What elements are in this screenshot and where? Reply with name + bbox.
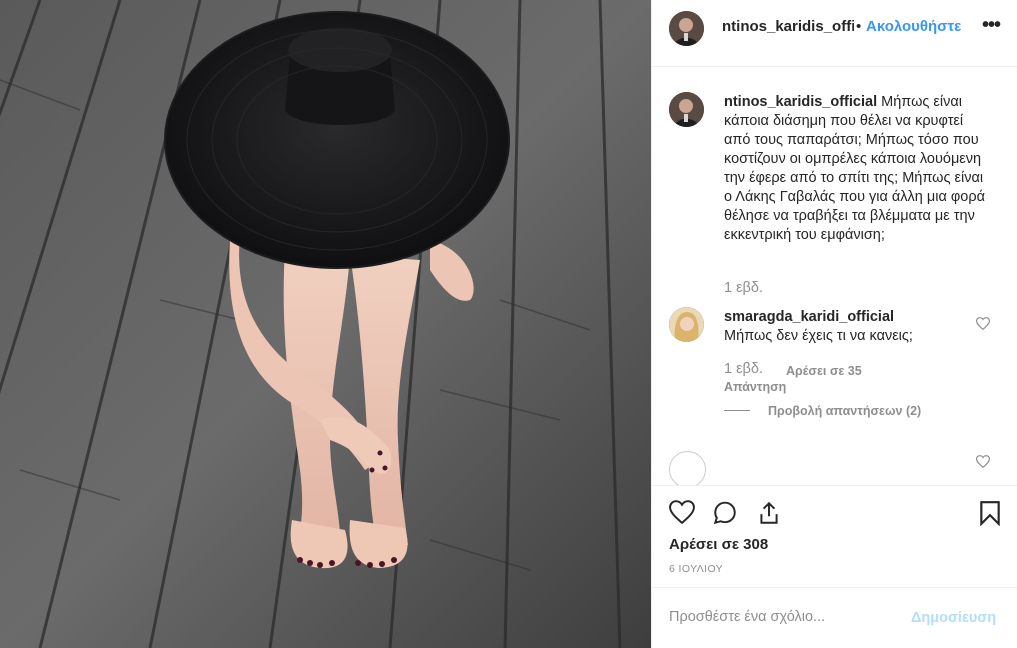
author-username[interactable]: ntinos_karidis_official — [722, 18, 854, 35]
like-heart-icon[interactable] — [669, 500, 695, 524]
comment-time[interactable]: 1 εβδ. — [724, 361, 763, 377]
post-comment-button[interactable]: Δημοσίευση — [911, 610, 996, 626]
replies-divider-line — [724, 410, 750, 411]
post-image — [0, 0, 651, 648]
separator-dot: • — [856, 18, 862, 35]
post-header: ntinos_karidis_official • Ακολουθήστε ••… — [652, 0, 1017, 67]
caption-avatar[interactable] — [669, 92, 704, 127]
follow-button[interactable]: Ακολουθήστε — [866, 18, 961, 35]
comment-body: Μήπως δεν έχεις τι να κανεις; — [724, 328, 913, 344]
comment-bubble-icon[interactable] — [712, 500, 738, 526]
author-avatar[interactable] — [669, 11, 704, 46]
view-replies-button[interactable]: Προβολή απαντήσεων (2) — [768, 404, 921, 418]
comment-likes-count[interactable]: Αρέσει σε 35 — [786, 364, 862, 378]
likes-count[interactable]: Αρέσει σε 308 — [669, 536, 768, 553]
post-actions: Αρέσει σε 308 6 ΙΟΥΛΙΟΥ — [652, 485, 1017, 587]
post-photo[interactable] — [0, 0, 651, 648]
add-comment-input[interactable] — [669, 604, 899, 630]
comment-text: smaragda_karidi_official Μήπως δεν έχεις… — [724, 308, 992, 346]
share-icon[interactable] — [756, 500, 782, 526]
post-sidebar: ntinos_karidis_official • Ακολουθήστε ••… — [651, 0, 1017, 648]
caption-time[interactable]: 1 εβδ. — [724, 280, 763, 296]
reply-button[interactable]: Απάντηση — [724, 380, 786, 394]
more-options-icon[interactable]: ••• — [982, 14, 1001, 37]
caption-body: Μήπως είναι κάποια διάσημη που θέλει να … — [724, 94, 985, 243]
post-date[interactable]: 6 ΙΟΥΛΙΟΥ — [669, 563, 723, 575]
commenter-avatar[interactable] — [669, 307, 704, 342]
comment-like-heart-icon[interactable] — [976, 317, 990, 330]
caption-text: ntinos_karidis_official Μήπως είναι κάπο… — [724, 93, 992, 245]
comment-username[interactable]: smaragda_karidi_official — [724, 309, 894, 325]
save-bookmark-icon[interactable] — [978, 500, 1002, 526]
caption-username[interactable]: ntinos_karidis_official — [724, 94, 877, 110]
comments-section[interactable]: ntinos_karidis_official Μήπως είναι κάπο… — [652, 67, 1017, 485]
next-comment-like-heart-icon[interactable] — [976, 455, 990, 468]
add-comment-bar: Δημοσίευση — [652, 587, 1017, 648]
next-comment-avatar-partial[interactable] — [669, 451, 706, 485]
